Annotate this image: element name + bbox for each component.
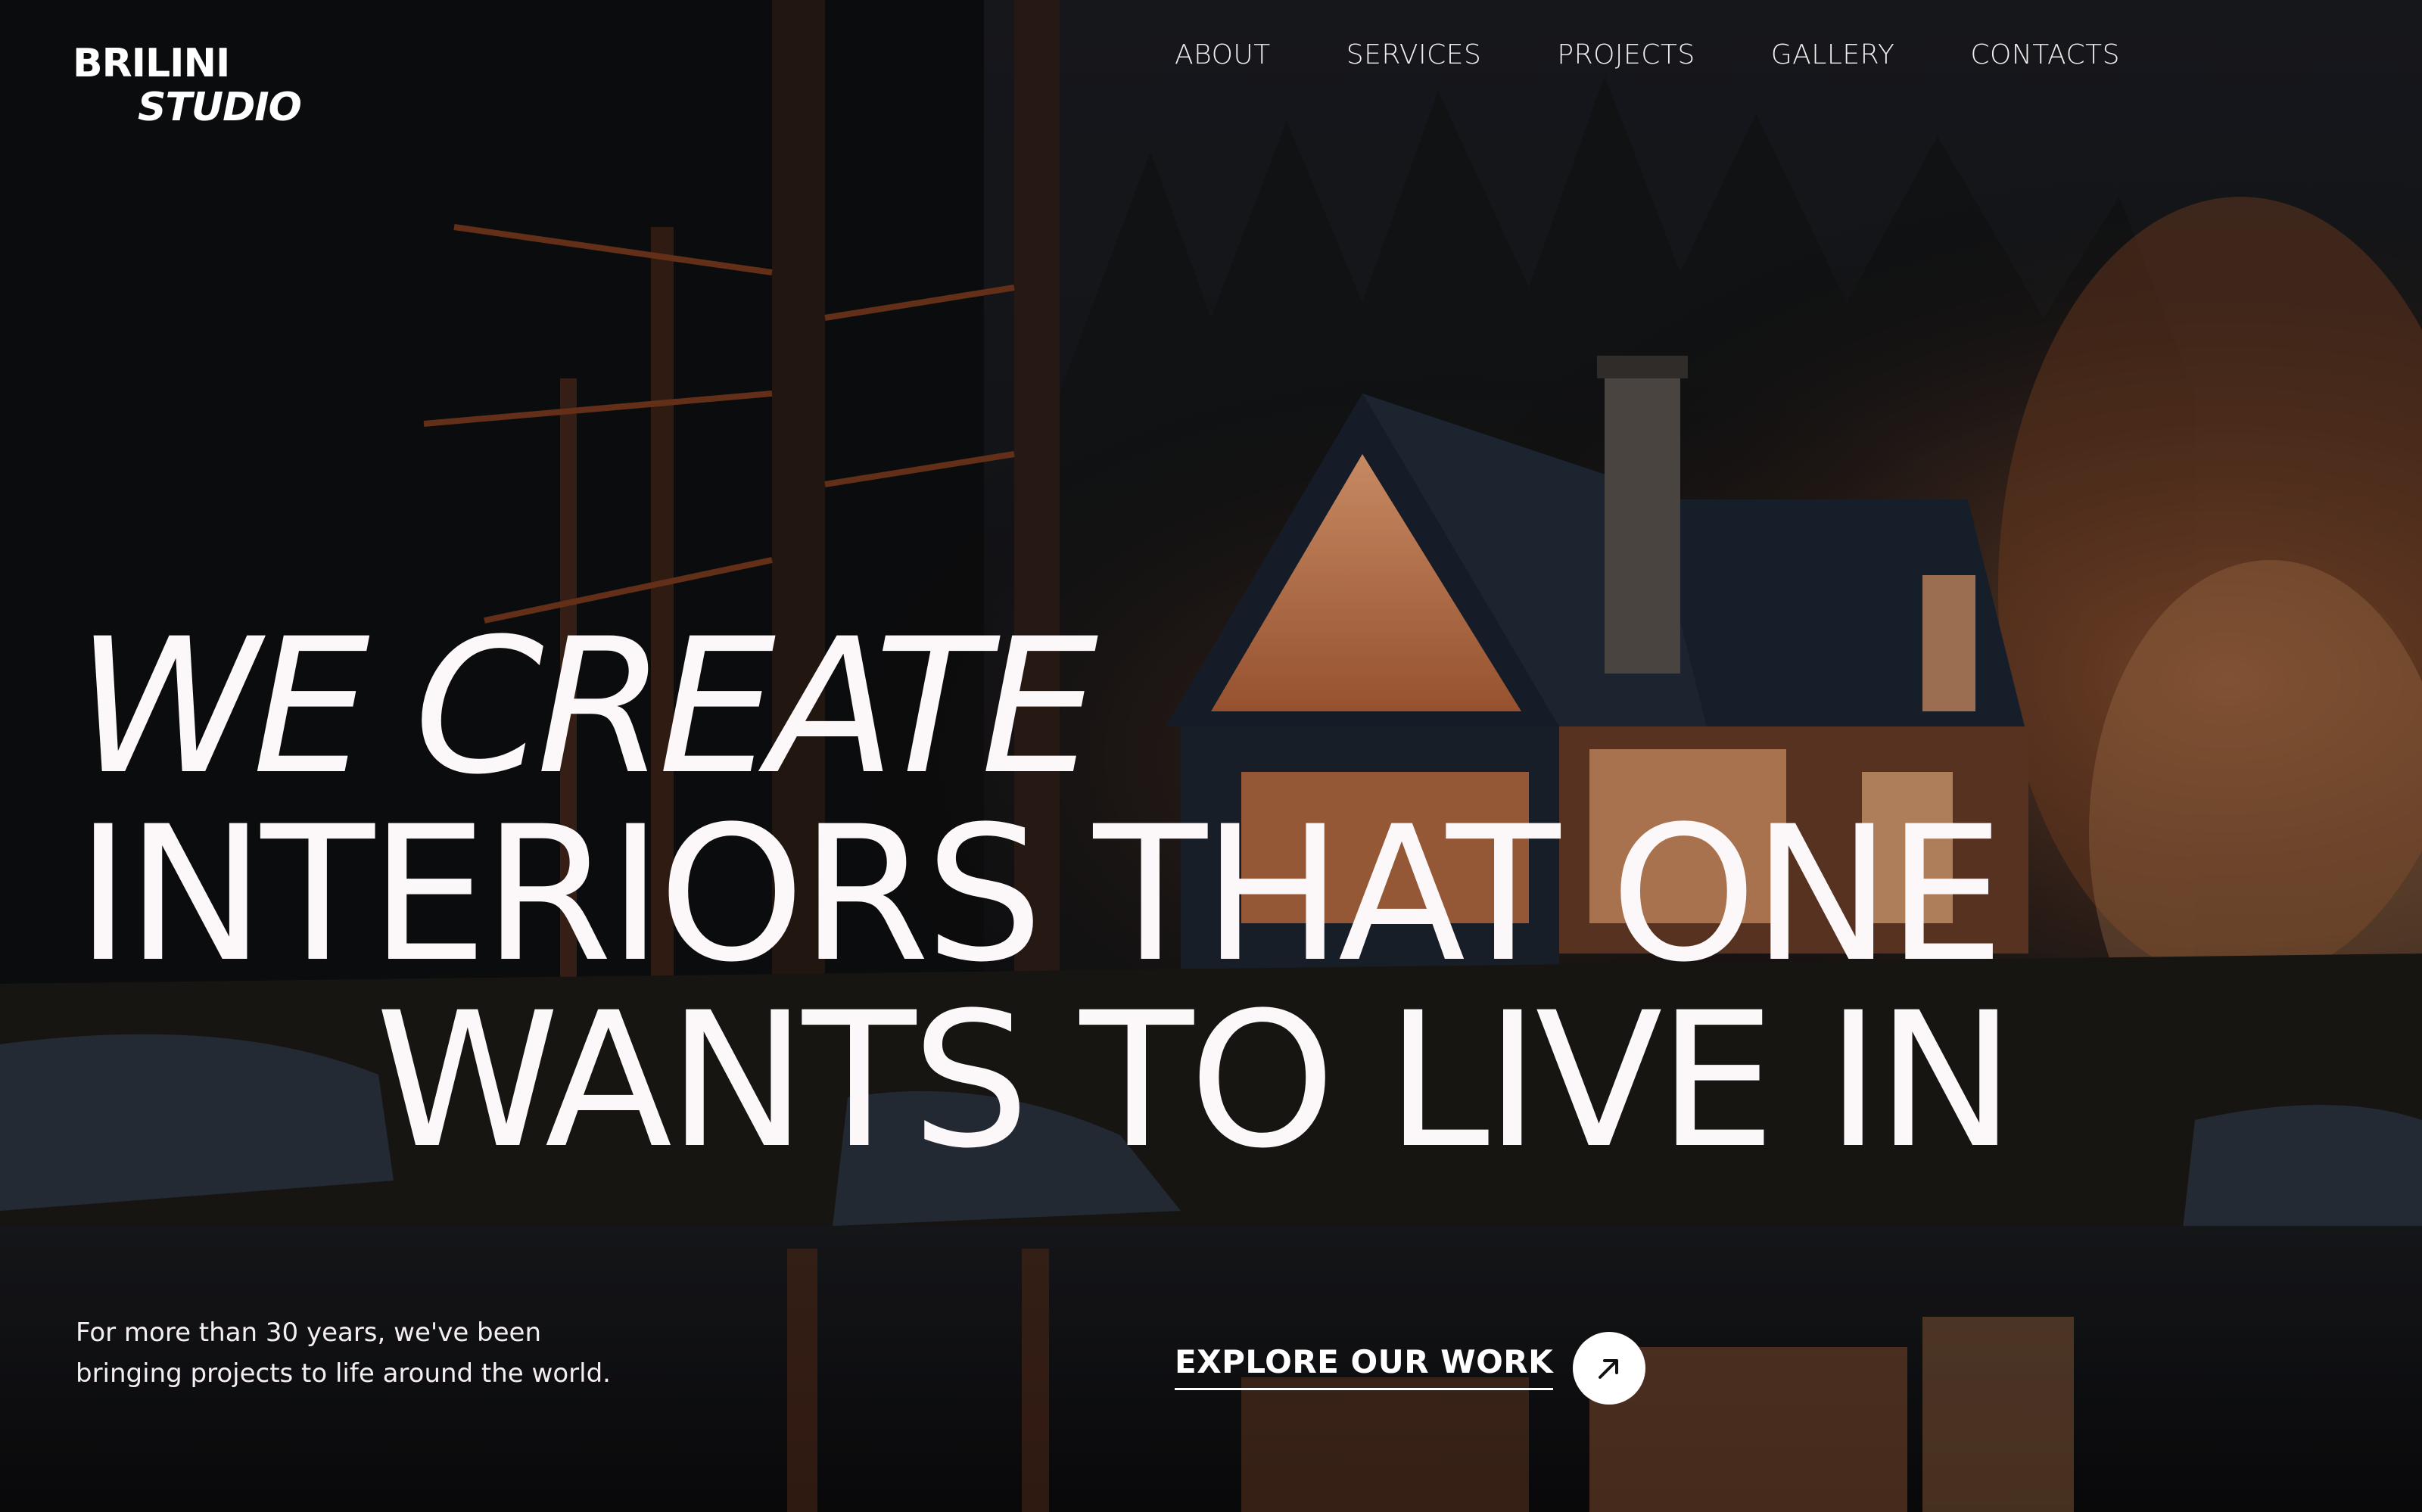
explore-work-link[interactable]: EXPLORE OUR WORK — [1175, 1343, 1554, 1390]
nav-item-projects[interactable]: PROJECTS — [1557, 39, 1695, 70]
explore-work-cta[interactable]: EXPLORE OUR WORK — [1175, 1329, 1646, 1405]
main-nav: ABOUT SERVICES PROJECTS GALLERY CONTACTS — [1175, 39, 2120, 70]
hero-headline-line2: INTERIORS THAT ONE — [76, 787, 2005, 1003]
hero-headline-line1: WE CREATE — [76, 599, 1098, 816]
landing-page: BRILINI STUDIO ABOUT SERVICES PROJECTS G… — [0, 0, 2422, 1512]
hero-tagline: For more than 30 years, we've been bring… — [76, 1312, 611, 1394]
brand-name-line1: BRILINI — [73, 41, 230, 86]
hero-tagline-line2: bringing projects to life around the wor… — [76, 1358, 611, 1389]
explore-work-button[interactable] — [1573, 1332, 1646, 1405]
nav-item-gallery[interactable]: GALLERY — [1771, 39, 1895, 70]
nav-item-about[interactable]: ABOUT — [1175, 39, 1271, 70]
arrow-up-right-icon — [1599, 1359, 1619, 1379]
nav-item-services[interactable]: SERVICES — [1346, 39, 1482, 70]
brand-logo[interactable]: BRILINI STUDIO — [73, 41, 302, 130]
hero-tagline-line1: For more than 30 years, we've been — [76, 1318, 542, 1348]
hero-headline-line3: WANTS TO LIVE IN — [375, 973, 2016, 1190]
nav-item-contacts[interactable]: CONTACTS — [1970, 39, 2120, 70]
brand-name-line2: STUDIO — [138, 85, 302, 130]
